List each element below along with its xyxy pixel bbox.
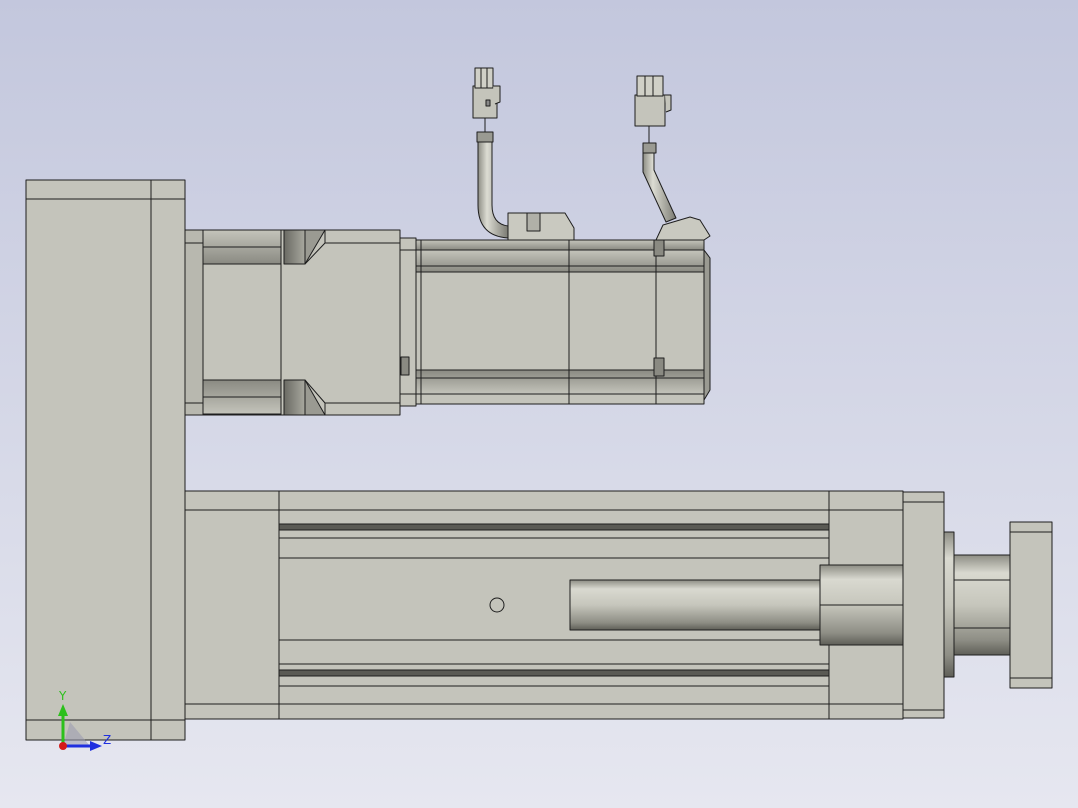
motor-cable[interactable] <box>472 67 509 239</box>
cad-model-view[interactable]: Y Z <box>0 0 1078 808</box>
z-axis-label: Z <box>103 733 111 747</box>
servo-motor[interactable] <box>415 212 711 405</box>
x-axis-dot <box>59 742 67 750</box>
rod-end-flange[interactable] <box>1009 521 1053 689</box>
gearbox[interactable] <box>184 229 417 416</box>
y-axis-label: Y <box>58 689 67 703</box>
z-axis-arrowhead <box>90 741 102 751</box>
encoder-cable[interactable] <box>634 75 677 223</box>
base-plate[interactable] <box>25 179 186 741</box>
cad-viewport[interactable]: Y Z <box>0 0 1078 808</box>
